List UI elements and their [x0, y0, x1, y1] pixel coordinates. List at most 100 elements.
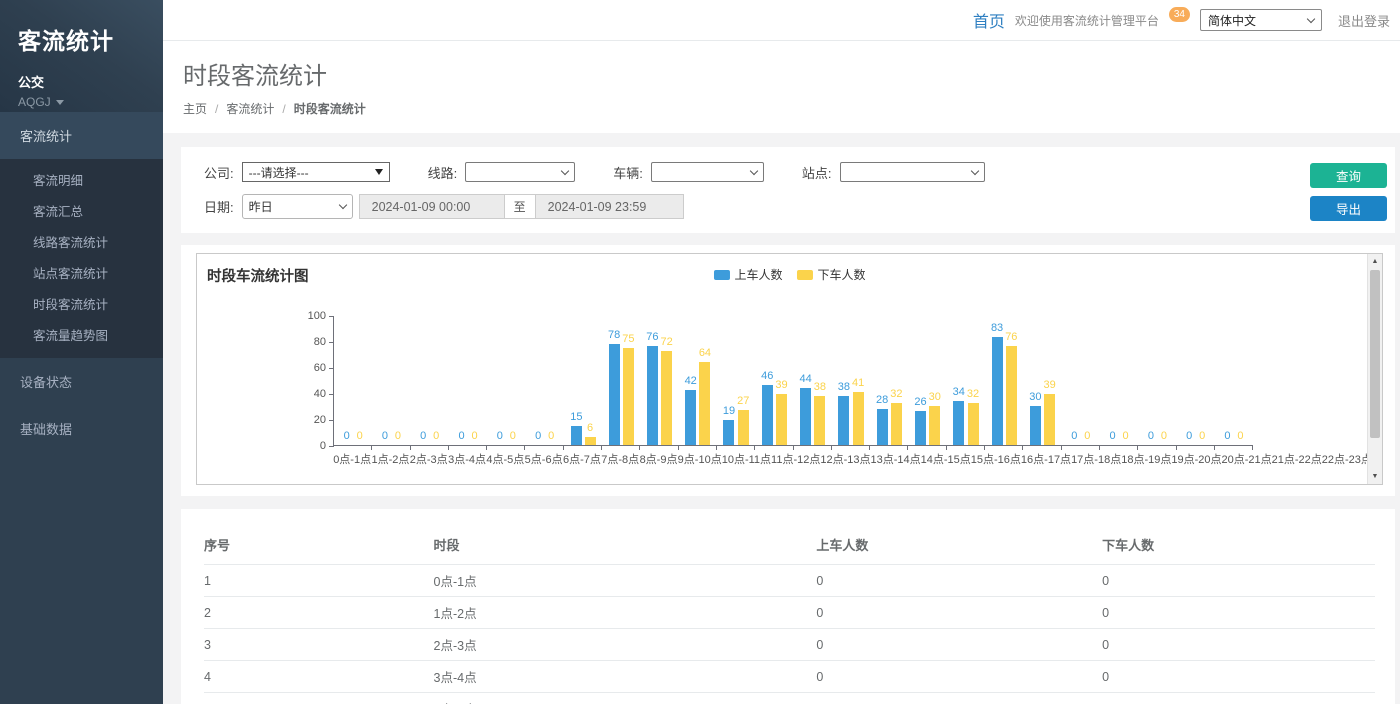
sidebar-subitem-线路客流统计[interactable]: 线路客流统计 — [0, 226, 163, 257]
bar-column: 32 — [967, 389, 979, 445]
date-start-input[interactable]: 2024-01-09 00:00 — [359, 194, 505, 219]
x-axis-label: 17点-18点 — [1071, 451, 1121, 467]
legend-label: 下车人数 — [818, 266, 866, 283]
main-area: 首页 欢迎使用客流统计管理平台 34 简体中文 退出登录 时段客流统计 主页/客… — [163, 0, 1400, 704]
bar-上车人数 — [800, 388, 811, 445]
x-axis-label: 4点-5点 — [486, 451, 524, 467]
date-to-label: 至 — [505, 194, 535, 219]
date-end-input[interactable]: 2024-01-09 23:59 — [535, 194, 684, 219]
bar-column: 32 — [890, 389, 902, 445]
bar-value-label: 0 — [433, 431, 439, 442]
bar-value-label: 32 — [967, 389, 979, 400]
language-select[interactable]: 简体中文 — [1200, 9, 1322, 31]
bar-column: 26 — [914, 397, 926, 445]
user-dropdown[interactable]: AQGJ — [18, 95, 145, 109]
bar-column: 0 — [341, 431, 352, 445]
bar-group-0点-1点: 00 — [334, 316, 372, 445]
bar-value-label: 44 — [799, 374, 811, 385]
bar-上车人数 — [571, 426, 582, 446]
date-preset-value: 昨日 — [249, 198, 273, 215]
sidebar-subitem-站点客流统计[interactable]: 站点客流统计 — [0, 257, 163, 288]
bar-value-label: 0 — [395, 431, 401, 442]
bar-group-9点-10点: 4264 — [679, 316, 717, 445]
bar-column: 0 — [379, 431, 390, 445]
table-cell: 5 — [204, 693, 434, 704]
bar-value-label: 27 — [737, 396, 749, 407]
bar-value-label: 38 — [838, 382, 850, 393]
bar-value-label: 38 — [814, 382, 826, 393]
company-select[interactable]: ---请选择--- — [242, 162, 390, 182]
station-select[interactable] — [840, 162, 985, 182]
legend-item-下车人数[interactable]: 下车人数 — [797, 266, 866, 283]
breadcrumb-item-0[interactable]: 主页 — [183, 100, 207, 117]
bar-value-label: 26 — [914, 397, 926, 408]
chart-box: 时段车流统计图 上车人数下车人数 02040608010000000000000… — [196, 253, 1383, 485]
bar-group-2点-3点: 00 — [411, 316, 449, 445]
bar-column: 6 — [585, 423, 596, 445]
page-header: 时段客流统计 主页/客流统计/时段客流统计 — [163, 41, 1400, 133]
sidebar-subitem-客流明细[interactable]: 客流明细 — [0, 164, 163, 195]
y-tick-label: 80 — [290, 336, 326, 348]
breadcrumb-separator: / — [215, 102, 218, 116]
query-button[interactable]: 查询 — [1310, 163, 1387, 188]
station-label: 站点: — [802, 163, 832, 182]
table-cell: 0 — [1102, 661, 1375, 693]
export-button[interactable]: 导出 — [1310, 196, 1387, 221]
sidebar-subitem-客流量趋势图[interactable]: 客流量趋势图 — [0, 319, 163, 350]
sidebar-item-基础数据[interactable]: 基础数据 — [0, 405, 163, 452]
bar-column: 19 — [723, 406, 735, 445]
table-cell: 4 — [204, 661, 434, 693]
home-link[interactable]: 首页 — [973, 8, 1005, 32]
bar-column: 46 — [761, 371, 773, 445]
sidebar-subitem-时段客流统计[interactable]: 时段客流统计 — [0, 288, 163, 319]
sidebar-item-设备状态[interactable]: 设备状态 — [0, 358, 163, 405]
bar-value-label: 0 — [1123, 431, 1129, 442]
bar-column: 42 — [685, 376, 697, 445]
vehicle-select[interactable] — [651, 162, 764, 182]
bar-column: 0 — [1107, 431, 1118, 445]
bar-value-label: 0 — [1071, 431, 1077, 442]
chart-x-axis-labels: 0点-1点1点-2点2点-3点3点-4点4点-5点5点-6点6点-7点7点-8点… — [333, 451, 1253, 467]
scroll-up-arrow-icon[interactable]: ▲ — [1368, 254, 1382, 269]
scroll-down-arrow-icon[interactable]: ▼ — [1368, 469, 1382, 484]
chart-scrollbar: ▲ ▼ — [1367, 254, 1382, 484]
bar-group-1点-2点: 00 — [372, 316, 410, 445]
date-preset-select[interactable]: 昨日 — [242, 194, 353, 219]
legend-item-上车人数[interactable]: 上车人数 — [713, 266, 782, 283]
bar-column: 0 — [431, 431, 442, 445]
bar-上车人数 — [915, 411, 926, 445]
bar-group-8点-9点: 7672 — [640, 316, 678, 445]
bar-下车人数 — [1044, 394, 1055, 445]
user-name: AQGJ — [18, 95, 51, 109]
scrollbar-thumb[interactable] — [1370, 270, 1380, 438]
sidebar-item-客流统计[interactable]: 客流统计 — [0, 112, 163, 159]
bar-column: 0 — [1158, 431, 1169, 445]
bar-group-21点-22点: 00 — [1138, 316, 1176, 445]
vehicle-filter: 车辆: — [613, 162, 764, 182]
table-cell: 0 — [816, 565, 1102, 597]
breadcrumb-item-1[interactable]: 客流统计 — [226, 100, 274, 117]
bar-上车人数 — [877, 409, 888, 445]
bar-value-label: 0 — [1110, 431, 1116, 442]
y-tick-label: 40 — [290, 388, 326, 400]
app-logo-title: 客流统计 — [18, 22, 145, 56]
chart-plot: 0204060801000000000000001567875767242641… — [333, 316, 1253, 446]
sidebar-section-1: 设备状态 — [0, 358, 163, 405]
x-axis-label: 8点-9点 — [639, 451, 677, 467]
x-axis-label: 19点-20点 — [1171, 451, 1221, 467]
bar-value-label: 34 — [953, 387, 965, 398]
bar-column: 78 — [608, 330, 620, 445]
sidebar-subitem-客流汇总[interactable]: 客流汇总 — [0, 195, 163, 226]
logout-link[interactable]: 退出登录 — [1338, 11, 1390, 30]
x-axis-label: 1点-2点 — [371, 451, 409, 467]
table-cell: 0 — [1102, 565, 1375, 597]
bar-下车人数 — [968, 403, 979, 445]
bar-value-label: 19 — [723, 406, 735, 417]
filter-row-1: 公司: ---请选择--- 线路: 车辆: — [204, 162, 1375, 182]
org-name: 公交 — [18, 72, 145, 91]
bar-column: 64 — [699, 348, 711, 445]
bar-column: 0 — [469, 431, 480, 445]
line-select[interactable] — [465, 162, 575, 182]
bar-value-label: 0 — [497, 431, 503, 442]
bar-column: 76 — [646, 332, 658, 445]
